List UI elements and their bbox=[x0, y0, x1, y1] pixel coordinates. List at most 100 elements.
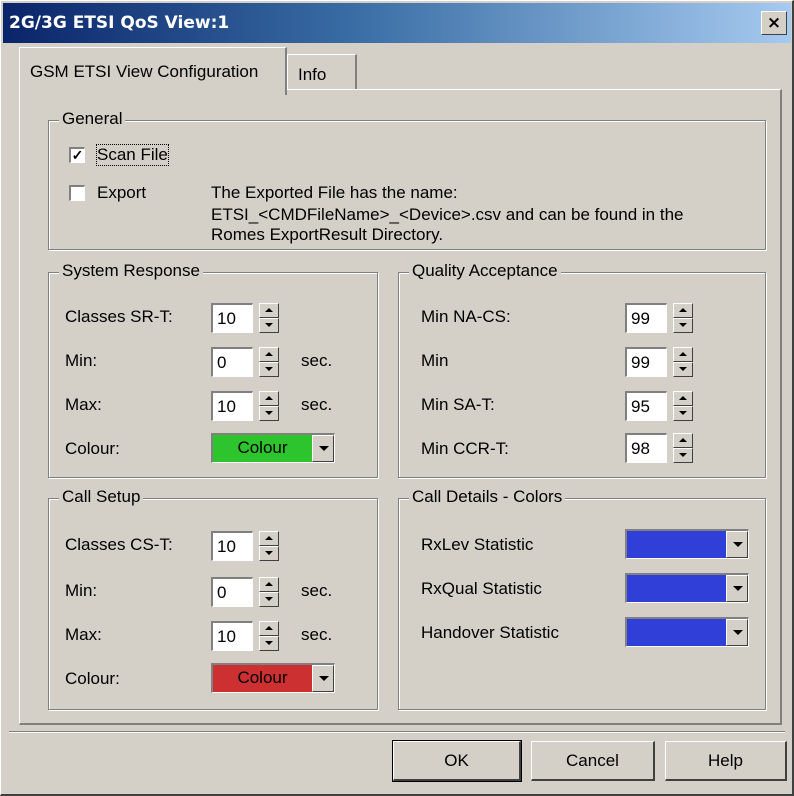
spin-up-icon[interactable] bbox=[259, 391, 279, 406]
spin-down-icon[interactable] bbox=[673, 406, 693, 421]
tab-panel: General ✓ Scan File Export The Exported … bbox=[19, 89, 782, 725]
help-button[interactable]: Help bbox=[665, 741, 787, 781]
spin-down-icon[interactable] bbox=[259, 592, 279, 607]
rxlev-colour-swatch bbox=[627, 531, 726, 558]
colour-value: Colour bbox=[213, 665, 312, 692]
chevron-down-icon[interactable] bbox=[726, 575, 748, 602]
tab-info[interactable]: Info bbox=[287, 54, 357, 90]
group-title: Call Details - Colors bbox=[409, 487, 566, 507]
colour-value: Colour bbox=[213, 435, 312, 462]
spin-up-icon[interactable] bbox=[673, 391, 693, 406]
rxqual-statistic-colour-dropdown[interactable] bbox=[625, 573, 749, 603]
call-setup-group: Call Setup Classes CS-T: 10 Min: 0 sec. … bbox=[48, 487, 378, 710]
min-spinner[interactable] bbox=[673, 347, 693, 377]
scan-file-label[interactable]: Scan File bbox=[96, 144, 169, 166]
chevron-down-icon[interactable] bbox=[312, 435, 334, 462]
spin-down-icon[interactable] bbox=[259, 636, 279, 651]
general-group: General ✓ Scan File Export The Exported … bbox=[48, 109, 766, 250]
min-spinner[interactable] bbox=[259, 347, 279, 377]
quality-acceptance-group: Quality Acceptance Min NA-CS: 99 Min 99 … bbox=[398, 261, 766, 478]
min-na-cs-label: Min NA-CS: bbox=[421, 307, 511, 326]
ok-button[interactable]: OK bbox=[392, 740, 522, 782]
spin-up-icon[interactable] bbox=[259, 621, 279, 636]
classes-cs-t-input[interactable]: 10 bbox=[211, 531, 253, 561]
spin-down-icon[interactable] bbox=[259, 546, 279, 561]
title-bar[interactable]: 2G/3G ETSI QoS View:1 × bbox=[3, 3, 791, 43]
separator bbox=[9, 731, 785, 733]
spin-up-icon[interactable] bbox=[259, 347, 279, 362]
spin-down-icon[interactable] bbox=[259, 362, 279, 377]
spin-up-icon[interactable] bbox=[673, 347, 693, 362]
classes-sr-t-input[interactable]: 10 bbox=[211, 303, 253, 333]
export-checkbox[interactable] bbox=[69, 185, 85, 201]
max-spinner[interactable] bbox=[259, 391, 279, 421]
spin-up-icon[interactable] bbox=[673, 303, 693, 318]
min-unit: sec. bbox=[301, 581, 333, 600]
rxqual-statistic-label: RxQual Statistic bbox=[421, 579, 542, 598]
export-info-line-2: ETSI_<CMDFileName>_<Device>.csv and can … bbox=[211, 205, 684, 224]
export-info-line-3: Romes ExportResult Directory. bbox=[211, 225, 444, 244]
min-na-cs-input[interactable]: 99 bbox=[625, 303, 667, 333]
spin-down-icon[interactable] bbox=[259, 406, 279, 421]
max-input[interactable]: 10 bbox=[211, 621, 253, 651]
spin-down-icon[interactable] bbox=[673, 362, 693, 377]
spin-down-icon[interactable] bbox=[673, 448, 693, 463]
group-title: System Response bbox=[59, 261, 203, 281]
min-label: Min bbox=[421, 351, 449, 370]
export-label[interactable]: Export bbox=[97, 183, 146, 203]
dialog-window: 2G/3G ETSI QoS View:1 × GSM ETSI View Co… bbox=[0, 0, 794, 796]
spin-up-icon[interactable] bbox=[673, 433, 693, 448]
handover-statistic-colour-dropdown[interactable] bbox=[625, 617, 749, 647]
min-sa-t-spinner[interactable] bbox=[673, 391, 693, 421]
rxlev-statistic-label: RxLev Statistic bbox=[421, 535, 534, 554]
min-ccr-t-label: Min CCR-T: bbox=[421, 439, 509, 458]
cancel-button[interactable]: Cancel bbox=[531, 741, 655, 781]
min-na-cs-spinner[interactable] bbox=[673, 303, 693, 333]
min-label: Min: bbox=[65, 351, 98, 370]
min-label: Min: bbox=[65, 581, 98, 600]
min-input[interactable]: 0 bbox=[211, 347, 253, 377]
close-button[interactable]: × bbox=[761, 11, 787, 35]
tab-gsm-etsi-view-configuration[interactable]: GSM ETSI View Configuration bbox=[19, 47, 287, 95]
handover-colour-swatch bbox=[627, 619, 726, 646]
classes-sr-t-label: Classes SR-T: bbox=[65, 307, 173, 326]
colour-label: Colour: bbox=[65, 669, 120, 688]
min-sa-t-label: Min SA-T: bbox=[421, 395, 495, 414]
min-ccr-t-spinner[interactable] bbox=[673, 433, 693, 463]
colour-dropdown[interactable]: Colour bbox=[211, 663, 335, 693]
min-ccr-t-input[interactable]: 98 bbox=[625, 433, 667, 463]
chevron-down-icon[interactable] bbox=[312, 665, 334, 692]
tab-label: Info bbox=[298, 65, 327, 84]
spin-up-icon[interactable] bbox=[259, 303, 279, 318]
handover-statistic-label: Handover Statistic bbox=[421, 623, 559, 642]
max-input[interactable]: 10 bbox=[211, 391, 253, 421]
max-unit: sec. bbox=[301, 625, 333, 644]
min-sa-t-input[interactable]: 95 bbox=[625, 391, 667, 421]
min-input[interactable]: 0 bbox=[211, 577, 253, 607]
group-title: Quality Acceptance bbox=[409, 261, 561, 281]
min-input[interactable]: 99 bbox=[625, 347, 667, 377]
max-label: Max: bbox=[65, 625, 102, 644]
classes-sr-t-spinner[interactable] bbox=[259, 303, 279, 333]
spin-up-icon[interactable] bbox=[259, 531, 279, 546]
group-title: Call Setup bbox=[59, 487, 144, 507]
scan-file-checkbox[interactable]: ✓ bbox=[69, 147, 85, 163]
classes-cs-t-spinner[interactable] bbox=[259, 531, 279, 561]
max-spinner[interactable] bbox=[259, 621, 279, 651]
group-title: General bbox=[59, 109, 126, 129]
spin-down-icon[interactable] bbox=[673, 318, 693, 333]
window-title: 2G/3G ETSI QoS View:1 bbox=[9, 13, 230, 33]
rxlev-statistic-colour-dropdown[interactable] bbox=[625, 529, 749, 559]
colour-label: Colour: bbox=[65, 439, 120, 458]
spin-up-icon[interactable] bbox=[259, 577, 279, 592]
tab-label: GSM ETSI View Configuration bbox=[30, 62, 259, 81]
spin-down-icon[interactable] bbox=[259, 318, 279, 333]
min-unit: sec. bbox=[301, 351, 333, 370]
chevron-down-icon[interactable] bbox=[726, 531, 748, 558]
min-spinner[interactable] bbox=[259, 577, 279, 607]
system-response-group: System Response Classes SR-T: 10 Min: 0 … bbox=[48, 261, 378, 478]
rxqual-colour-swatch bbox=[627, 575, 726, 602]
chevron-down-icon[interactable] bbox=[726, 619, 748, 646]
max-label: Max: bbox=[65, 395, 102, 414]
colour-dropdown[interactable]: Colour bbox=[211, 433, 335, 463]
